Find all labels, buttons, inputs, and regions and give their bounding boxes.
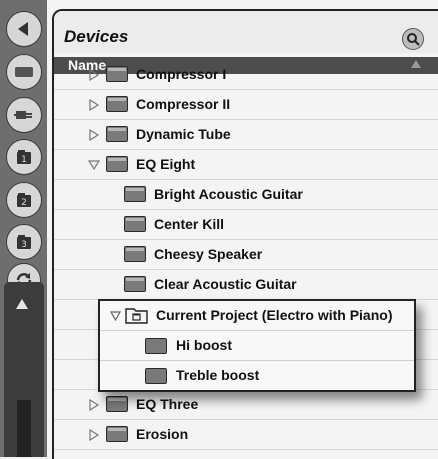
preset-icon bbox=[145, 338, 167, 354]
preset-icon bbox=[145, 368, 167, 384]
project-folder-icon bbox=[125, 308, 148, 324]
left-toolbar: 1 2 3 bbox=[0, 0, 47, 457]
row-label: Bright Acoustic Guitar bbox=[154, 186, 303, 202]
hide-icon bbox=[6, 54, 42, 90]
row-label: Clear Acoustic Guitar bbox=[154, 276, 297, 292]
collapsed-triangle-icon[interactable] bbox=[88, 429, 100, 441]
row-label: Compressor II bbox=[136, 96, 231, 112]
back-button[interactable] bbox=[4, 9, 44, 49]
preset-row[interactable]: Bright Acoustic Guitar bbox=[54, 180, 438, 210]
device-folder-row[interactable]: Dynamic Tube bbox=[54, 120, 438, 150]
collapsed-triangle-icon[interactable] bbox=[88, 69, 100, 81]
place-1-icon: 1 bbox=[6, 139, 42, 175]
device-folder-row[interactable]: EQ Eight bbox=[54, 150, 438, 180]
plugin-icon bbox=[6, 97, 42, 133]
place-2-button[interactable]: 2 bbox=[4, 180, 44, 220]
browser-header: Devices bbox=[54, 11, 438, 53]
device-folder-icon bbox=[106, 156, 128, 172]
place-2-icon: 2 bbox=[6, 182, 42, 218]
scroll-up-arrow-icon[interactable] bbox=[6, 290, 38, 318]
plugin-devices-button[interactable] bbox=[4, 95, 44, 135]
drag-preview-popup: Current Project (Electro with Piano) Hi … bbox=[98, 299, 416, 392]
row-label: Center Kill bbox=[154, 216, 225, 232]
popup-item[interactable]: Hi boost bbox=[100, 331, 414, 361]
expanded-triangle-icon[interactable] bbox=[88, 159, 100, 171]
device-list: Compressor I Compressor II Dynamic Tube EQ … bbox=[54, 66, 438, 459]
popup-folder-row[interactable]: Current Project (Electro with Piano) bbox=[100, 301, 414, 331]
browser-window: 1 2 3 Devices Name Compressor I Compress… bbox=[0, 0, 438, 459]
preset-icon bbox=[124, 276, 146, 292]
search-icon bbox=[407, 33, 420, 46]
collapsed-triangle-icon[interactable] bbox=[88, 399, 100, 411]
back-icon bbox=[6, 11, 42, 47]
popup-item-label: Treble boost bbox=[176, 367, 260, 383]
svg-text:1: 1 bbox=[21, 155, 27, 165]
row-label: EQ Three bbox=[136, 396, 199, 412]
place-3-button[interactable]: 3 bbox=[4, 222, 44, 262]
place-3-icon: 3 bbox=[6, 224, 42, 260]
popup-item-label: Hi boost bbox=[176, 337, 232, 353]
expand-triangle-icon[interactable] bbox=[110, 311, 121, 321]
popup-item[interactable]: Treble boost bbox=[100, 361, 414, 391]
device-folder-row[interactable]: Compressor II bbox=[54, 90, 438, 120]
device-folder-row[interactable]: Compressor I bbox=[54, 60, 438, 90]
scrollbar-thumb[interactable] bbox=[17, 400, 31, 457]
preset-icon bbox=[124, 186, 146, 202]
svg-text:3: 3 bbox=[21, 240, 27, 250]
collapsed-triangle-icon[interactable] bbox=[88, 129, 100, 141]
place-1-button[interactable]: 1 bbox=[4, 137, 44, 177]
device-folder-icon bbox=[106, 426, 128, 442]
row-label: EQ Eight bbox=[136, 156, 196, 172]
device-folder-row[interactable]: Erosion bbox=[54, 420, 438, 450]
preset-row[interactable]: Center Kill bbox=[54, 210, 438, 240]
device-folder-icon bbox=[106, 126, 128, 142]
popup-folder-label: Current Project (Electro with Piano) bbox=[156, 307, 393, 323]
device-folder-row[interactable]: EQ Three bbox=[54, 390, 438, 420]
preset-icon bbox=[124, 216, 146, 232]
row-label: Erosion bbox=[136, 426, 189, 442]
search-button[interactable] bbox=[402, 28, 424, 50]
device-folder-icon bbox=[106, 96, 128, 112]
row-label: Cheesy Speaker bbox=[154, 246, 263, 262]
collapsed-triangle-icon[interactable] bbox=[88, 99, 100, 111]
device-folder-icon bbox=[106, 396, 128, 412]
hide-browser-button[interactable] bbox=[4, 52, 44, 92]
row-label: Compressor I bbox=[136, 66, 227, 82]
preset-row[interactable]: Cheesy Speaker bbox=[54, 240, 438, 270]
row-label: Dynamic Tube bbox=[136, 126, 231, 142]
preset-row[interactable]: Clear Acoustic Guitar bbox=[54, 270, 438, 300]
device-folder-icon bbox=[106, 66, 128, 82]
browser-title: Devices bbox=[64, 27, 129, 46]
preset-icon bbox=[124, 246, 146, 262]
svg-text:2: 2 bbox=[21, 198, 27, 208]
